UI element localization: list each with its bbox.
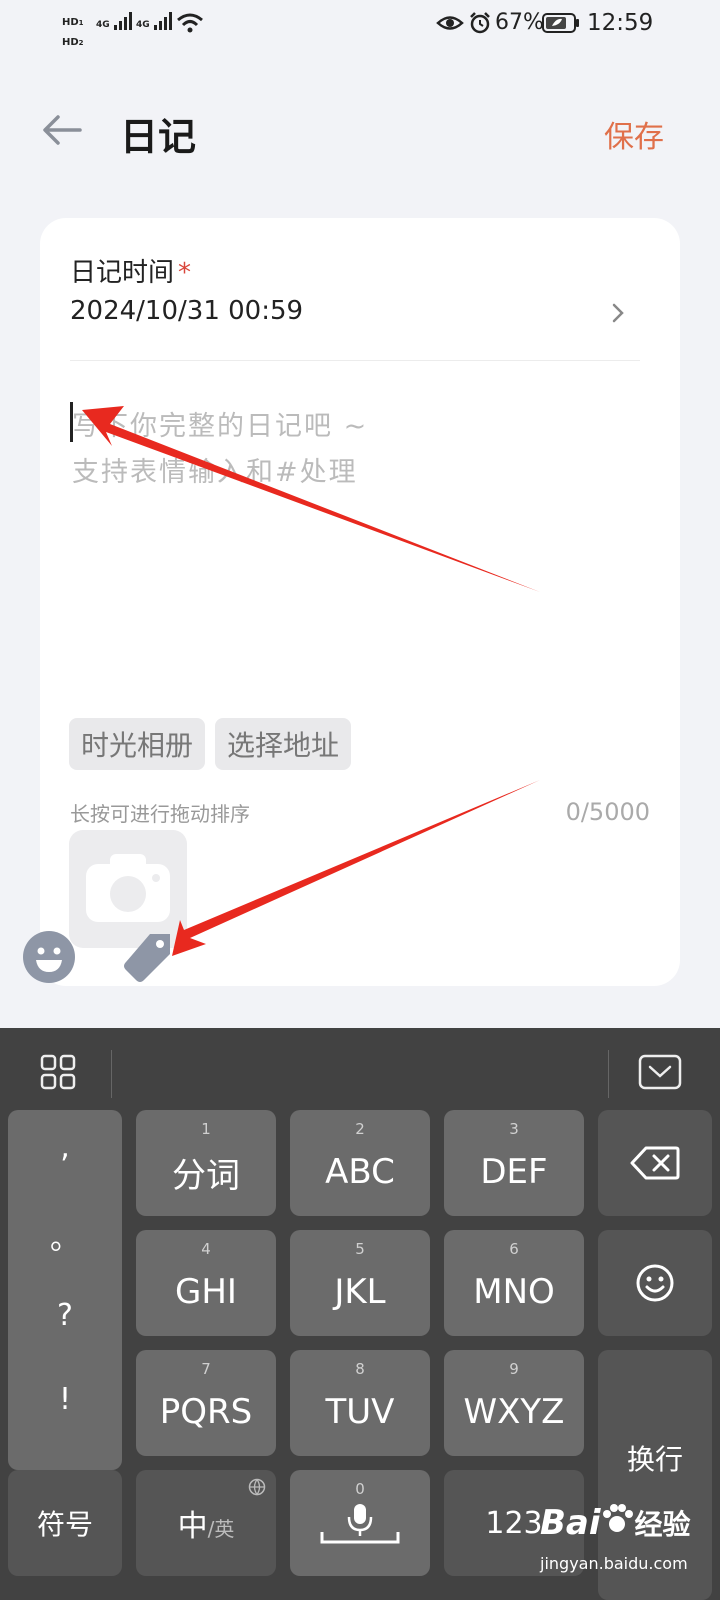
diary-textarea[interactable]: 写下你完整的日记吧 ~ 支持表情输入和#处理 xyxy=(70,400,640,700)
key-5[interactable]: 5 JKL xyxy=(290,1230,430,1336)
key-6[interactable]: 6 MNO xyxy=(444,1230,584,1336)
divider xyxy=(70,360,640,361)
smiley-icon xyxy=(636,1264,674,1302)
save-button[interactable]: 保存 xyxy=(604,112,664,156)
placeholder-line-2: 支持表情输入和#处理 xyxy=(72,457,358,488)
alarm-icon xyxy=(470,12,490,34)
toolbar-divider xyxy=(608,1050,609,1098)
chip-album[interactable]: 时光相册 xyxy=(69,718,206,770)
grid-menu-icon[interactable] xyxy=(40,1054,76,1090)
key-7[interactable]: 7 PQRS xyxy=(136,1350,276,1456)
key-4[interactable]: 4 GHI xyxy=(136,1230,276,1336)
chip-row: 时光相册 选择地址 xyxy=(69,718,352,770)
watermark: Bai 经验 jingyan.baidu.com xyxy=(540,1490,720,1600)
top-app-bar: 日记 保存 xyxy=(0,90,720,180)
emoji-icon[interactable] xyxy=(22,930,76,984)
punctuation-key[interactable]: , 。 ? ! xyxy=(8,1110,122,1470)
language-toggle-key[interactable]: 中/英 xyxy=(136,1470,276,1576)
battery-percent: 67% xyxy=(495,10,544,35)
diary-card: 日记时间 * 2024/10/31 00:59 写下你完整的日记吧 ~ 支持表情输… xyxy=(40,218,680,986)
clock: 12:59 xyxy=(587,10,654,36)
time-label: 日记时间 * xyxy=(70,258,192,288)
signal-1-icon: 4G xyxy=(96,12,132,30)
symbols-key[interactable]: 符号 xyxy=(8,1470,122,1576)
required-mark: * xyxy=(178,258,192,288)
char-counter: 0/5000 xyxy=(565,798,650,826)
time-value[interactable]: 2024/10/31 00:59 xyxy=(70,296,303,326)
paw-logo-icon xyxy=(601,1502,635,1543)
sim2-indicator: HD2 xyxy=(62,37,84,48)
signal-2-icon: 4G xyxy=(136,12,172,30)
placeholder-line-1: 写下你完整的日记吧 ~ xyxy=(72,411,369,442)
camera-icon xyxy=(86,854,170,922)
tag-icon[interactable] xyxy=(120,930,176,986)
watermark-url: jingyan.baidu.com xyxy=(540,1554,688,1573)
emoji-key[interactable] xyxy=(598,1230,712,1336)
key-8[interactable]: 8 TUV xyxy=(290,1350,430,1456)
key-1[interactable]: 1 分词 xyxy=(136,1110,276,1216)
chip-location[interactable]: 选择地址 xyxy=(215,718,352,770)
hide-keyboard-icon[interactable] xyxy=(638,1054,682,1090)
key-9[interactable]: 9 WXYZ xyxy=(444,1350,584,1456)
microphone-icon xyxy=(320,1504,400,1544)
watermark-brand: Bai 经验 xyxy=(540,1502,691,1543)
back-arrow-icon[interactable] xyxy=(40,112,84,148)
eye-icon xyxy=(436,16,464,30)
backspace-key[interactable] xyxy=(598,1110,712,1216)
wifi-icon xyxy=(177,13,203,33)
globe-icon xyxy=(248,1478,266,1496)
page-title: 日记 xyxy=(120,115,197,159)
sort-hint: 长按可进行拖动排序 xyxy=(70,802,250,826)
battery-icon xyxy=(542,13,579,33)
key-2[interactable]: 2 ABC xyxy=(290,1110,430,1216)
key-3[interactable]: 3 DEF xyxy=(444,1110,584,1216)
space-key[interactable]: 0 xyxy=(290,1470,430,1576)
status-bar: HD1 HD2 4G 4G 67% 12:59 xyxy=(0,0,720,48)
chevron-right-icon[interactable] xyxy=(610,301,626,325)
backspace-icon xyxy=(630,1146,680,1180)
toolbar-divider xyxy=(111,1050,112,1098)
